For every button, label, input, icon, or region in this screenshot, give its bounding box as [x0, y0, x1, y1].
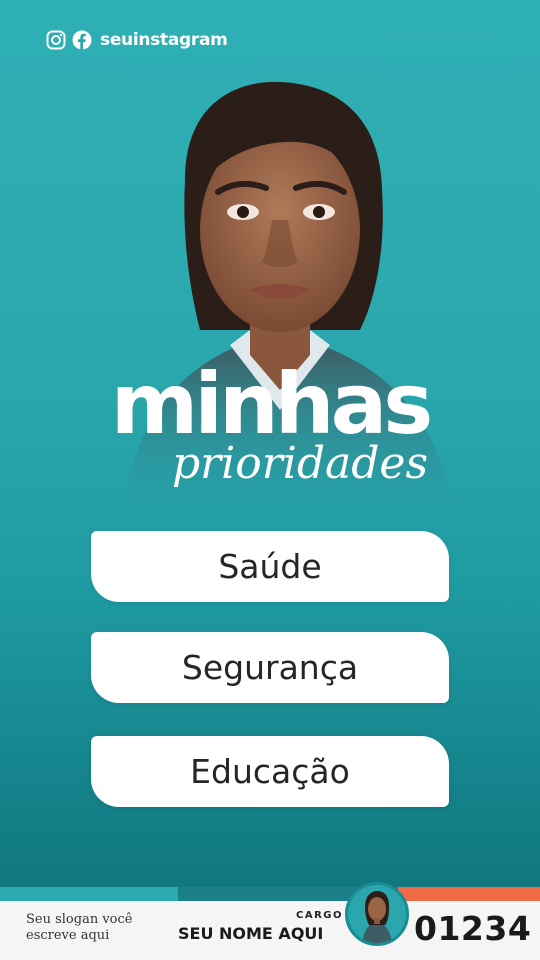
candidate-name: SEU NOME AQUI — [178, 924, 324, 943]
footer-accent-bar-orange — [398, 887, 540, 901]
avatar-portrait-icon — [348, 885, 406, 943]
priority-card-saude[interactable]: Saúde — [91, 531, 449, 602]
priority-card-educacao[interactable]: Educação — [91, 736, 449, 807]
candidate-number: 01234 — [414, 909, 532, 948]
instagram-icon — [46, 30, 66, 50]
cargo-label: CARGO — [296, 910, 343, 921]
headline-subtitle: prioridades — [171, 438, 429, 489]
slogan-text: Seu slogan você escreve aqui — [26, 912, 133, 943]
footer-accent-bar-teal — [0, 887, 178, 901]
priority-card-seguranca[interactable]: Segurança — [91, 632, 449, 703]
social-row[interactable]: seuinstagram — [46, 30, 228, 50]
facebook-icon — [72, 30, 92, 50]
headline-title: minhas — [110, 355, 434, 453]
avatar — [345, 882, 409, 946]
instagram-handle: seuinstagram — [100, 30, 228, 50]
campaign-poster: seuinstagram minhas prioridades Saúde Se… — [0, 0, 540, 960]
